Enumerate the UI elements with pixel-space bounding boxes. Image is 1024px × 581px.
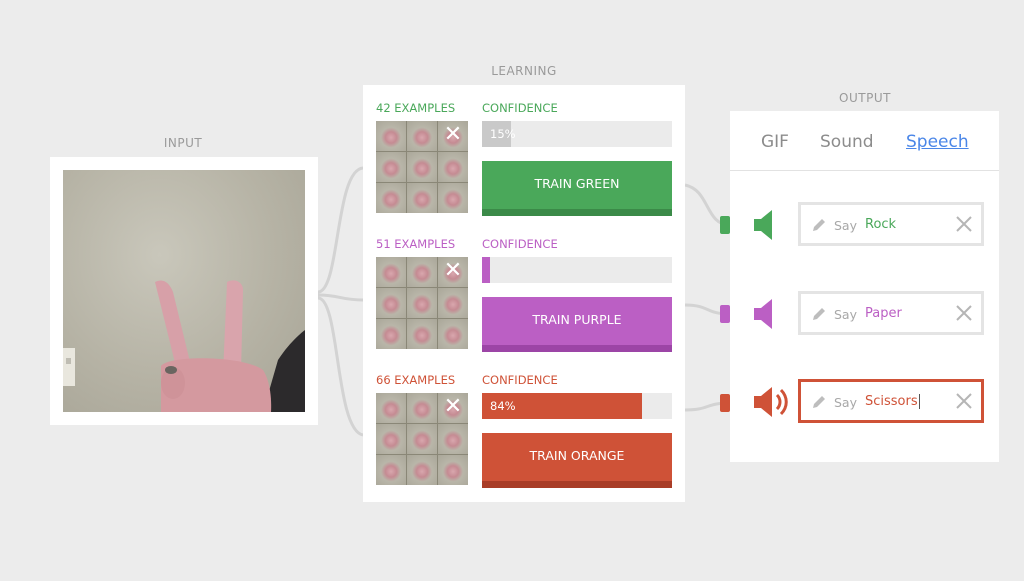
speaker-icon xyxy=(754,210,772,240)
output-row-rock: Say Rock xyxy=(730,202,999,248)
train-button-label: TRAIN GREEN xyxy=(534,176,620,191)
say-value[interactable]: Paper xyxy=(865,306,902,321)
output-section-title: OUTPUT xyxy=(839,91,891,105)
close-icon[interactable] xyxy=(954,303,974,323)
tab-sound[interactable]: Sound xyxy=(820,132,874,152)
confidence-bar: 84% xyxy=(482,393,672,419)
say-input[interactable]: Say Scissors xyxy=(798,379,984,423)
confidence-label: CONFIDENCE xyxy=(482,373,558,387)
webcam-feed xyxy=(63,170,305,412)
examples-count: 42 EXAMPLES xyxy=(376,101,456,115)
examples-count: 66 EXAMPLES xyxy=(376,373,456,387)
examples-count: 51 EXAMPLES xyxy=(376,237,456,251)
confidence-label: CONFIDENCE xyxy=(482,237,558,251)
train-button-label: TRAIN ORANGE xyxy=(529,448,625,463)
train-orange-button[interactable]: TRAIN ORANGE xyxy=(482,433,672,488)
speaker-icon xyxy=(754,299,772,329)
say-label: Say xyxy=(834,218,857,233)
pencil-icon xyxy=(813,219,825,231)
class-row-green: 42 EXAMPLES CONFIDENCE ✕ 15% TRAIN GREEN xyxy=(376,93,672,216)
output-panel: GIF Sound Speech Say Rock Say Paper Say … xyxy=(730,111,999,462)
confidence-bar xyxy=(482,257,672,283)
pencil-icon xyxy=(813,308,825,320)
close-icon[interactable] xyxy=(954,391,974,411)
pencil-icon xyxy=(813,396,825,408)
hand-peace-sign xyxy=(63,280,305,412)
learning-section-title: LEARNING xyxy=(491,64,557,78)
train-purple-button[interactable]: TRAIN PURPLE xyxy=(482,297,672,352)
tab-gif[interactable]: GIF xyxy=(761,132,789,152)
speaker-loud-icon xyxy=(754,387,788,417)
confidence-label: CONFIDENCE xyxy=(482,101,558,115)
confidence-value: 15% xyxy=(482,121,516,147)
close-icon[interactable] xyxy=(954,214,974,234)
output-row-paper: Say Paper xyxy=(730,291,999,337)
input-section-title: INPUT xyxy=(163,136,203,150)
learning-panel: 42 EXAMPLES CONFIDENCE ✕ 15% TRAIN GREEN… xyxy=(363,85,685,502)
train-green-button[interactable]: TRAIN GREEN xyxy=(482,161,672,216)
confidence-bar: 15% xyxy=(482,121,672,147)
say-label: Say xyxy=(834,395,857,410)
say-value[interactable]: Rock xyxy=(865,217,896,232)
class-row-purple: 51 EXAMPLES CONFIDENCE ✕ TRAIN PURPLE xyxy=(376,229,672,352)
confidence-value xyxy=(482,257,490,283)
output-row-scissors: Say Scissors xyxy=(730,379,999,425)
say-input[interactable]: Say Rock xyxy=(798,202,984,246)
say-input[interactable]: Say Paper xyxy=(798,291,984,335)
class-row-orange: 66 EXAMPLES CONFIDENCE ✕ 84% TRAIN ORANG… xyxy=(376,365,672,488)
input-panel xyxy=(50,157,318,425)
say-value[interactable]: Scissors xyxy=(865,394,920,409)
train-button-label: TRAIN PURPLE xyxy=(532,312,622,327)
close-icon[interactable]: ✕ xyxy=(438,121,468,151)
close-icon[interactable]: ✕ xyxy=(438,393,468,423)
tab-speech[interactable]: Speech xyxy=(906,132,969,152)
confidence-value: 84% xyxy=(482,393,642,419)
output-tabs: GIF Sound Speech xyxy=(730,111,999,171)
say-label: Say xyxy=(834,307,857,322)
close-icon[interactable]: ✕ xyxy=(438,257,468,287)
